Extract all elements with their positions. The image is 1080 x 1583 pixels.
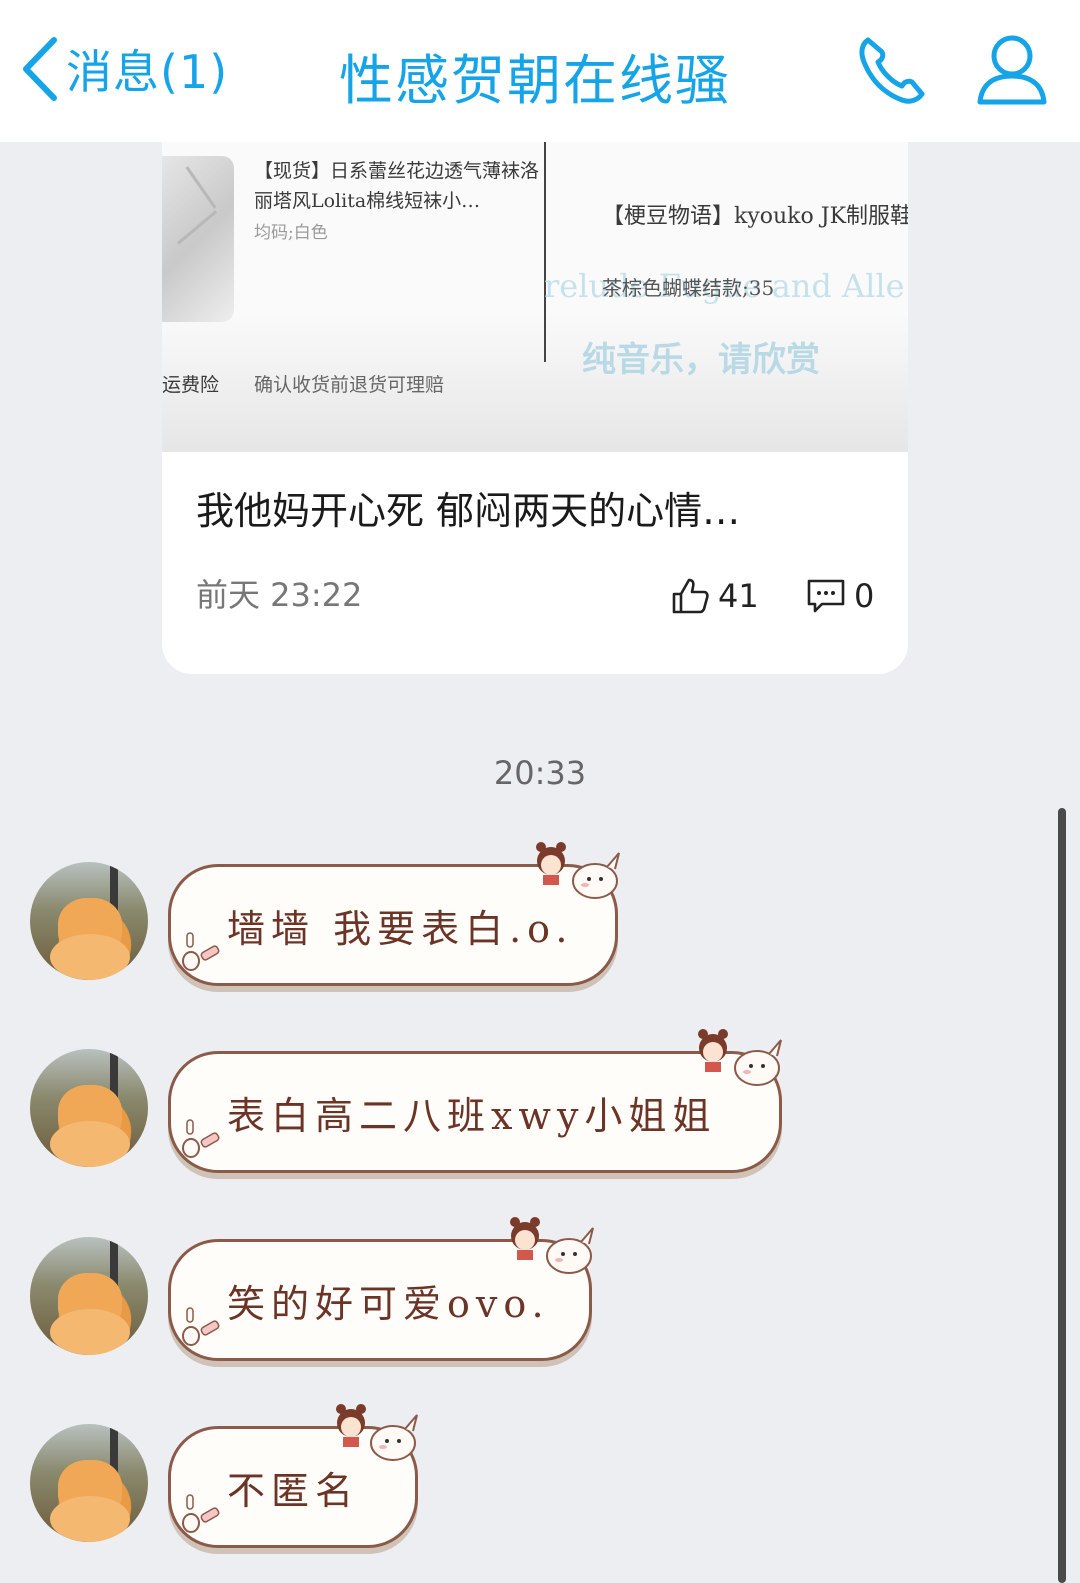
paw-sticker-icon: [182, 1307, 220, 1346]
scrollbar[interactable]: [1058, 808, 1066, 1583]
chat-header: 消息(1) 性感贺朝在线骚: [0, 0, 1080, 142]
product-thumbnail: [162, 156, 234, 322]
message-text: 不匿名: [227, 1468, 360, 1513]
back-button[interactable]: 消息(1): [18, 34, 228, 104]
comment-button[interactable]: 0: [806, 576, 874, 616]
product2-title: 【梗豆物语】kyouko JK制服鞋 学院风学生正统中跟…: [602, 204, 908, 229]
product1-insurance: 运费险: [162, 374, 220, 396]
avatar[interactable]: [30, 862, 148, 980]
bunny-sticker-icon: [572, 852, 620, 899]
message-bubble[interactable]: 表白高二八班xwy小姐姐: [168, 1029, 782, 1173]
product1-return-policy: 确认收货前退货可理赔: [254, 374, 445, 396]
message-text: 墙墙 我要表白.o.: [227, 906, 574, 951]
avatar[interactable]: [30, 1049, 148, 1167]
screenshot-divider: [544, 142, 546, 362]
thumbs-up-icon: [672, 578, 709, 614]
message-item: 墙墙 我要表白.o.: [30, 842, 1030, 1002]
bunny-sticker-icon: [546, 1227, 594, 1274]
girl-sticker-icon: [536, 842, 566, 885]
back-label: 消息(1): [66, 45, 229, 99]
bunny-sticker-icon: [734, 1039, 782, 1086]
like-count: 41: [718, 577, 759, 615]
product1-title: 【现货】日系蕾丝花边透气薄袜洛丽塔风Lolita棉线短袜小…: [254, 160, 540, 212]
avatar[interactable]: [30, 1237, 148, 1355]
message-bubble[interactable]: 不匿名: [168, 1404, 418, 1548]
message-text: 表白高二八班xwy小姐姐: [227, 1093, 717, 1138]
post-screenshot: 【现货】日系蕾丝花边透气薄袜洛丽塔风Lolita棉线短袜小… 均码;白色 rel…: [162, 142, 908, 452]
paw-sticker-icon: [182, 932, 220, 971]
girl-sticker-icon: [510, 1217, 540, 1260]
message-bubble[interactable]: 笑的好可爱ovo.: [168, 1217, 594, 1361]
message-item: 不匿名: [30, 1404, 1030, 1564]
comment-icon: [807, 579, 845, 613]
product1-spec: 均码;白色: [254, 223, 328, 243]
message-text: 笑的好可爱ovo.: [227, 1281, 550, 1326]
post-title: 我他妈开心死 郁闷两天的心情…: [196, 489, 741, 533]
bunny-sticker-icon: [370, 1414, 418, 1461]
post-time: 前天 23:22: [196, 576, 363, 614]
girl-sticker-icon: [698, 1029, 728, 1072]
product2-spec: 茶棕色蝴蝶结款;35: [602, 276, 775, 300]
message-item: 笑的好可爱ovo.: [30, 1217, 1030, 1377]
watermark-line2: 纯音乐，请欣赏: [582, 340, 820, 380]
comment-count: 0: [854, 577, 875, 615]
chevron-left-icon: [23, 37, 57, 101]
message-bubble[interactable]: 墙墙 我要表白.o.: [168, 842, 620, 986]
paw-sticker-icon: [182, 1119, 220, 1158]
shared-post-card[interactable]: 【现货】日系蕾丝花边透气薄袜洛丽塔风Lolita棉线短袜小… 均码;白色 rel…: [162, 142, 908, 674]
message-item: 表白高二八班xwy小姐姐: [30, 1029, 1030, 1189]
message-timestamp: 20:33: [493, 754, 587, 792]
person-icon[interactable]: [972, 30, 1052, 110]
phone-icon[interactable]: [852, 30, 932, 110]
like-button[interactable]: 41: [670, 576, 759, 616]
chat-title: 性感贺朝在线骚: [339, 49, 731, 112]
avatar[interactable]: [30, 1424, 148, 1542]
paw-sticker-icon: [182, 1494, 220, 1533]
